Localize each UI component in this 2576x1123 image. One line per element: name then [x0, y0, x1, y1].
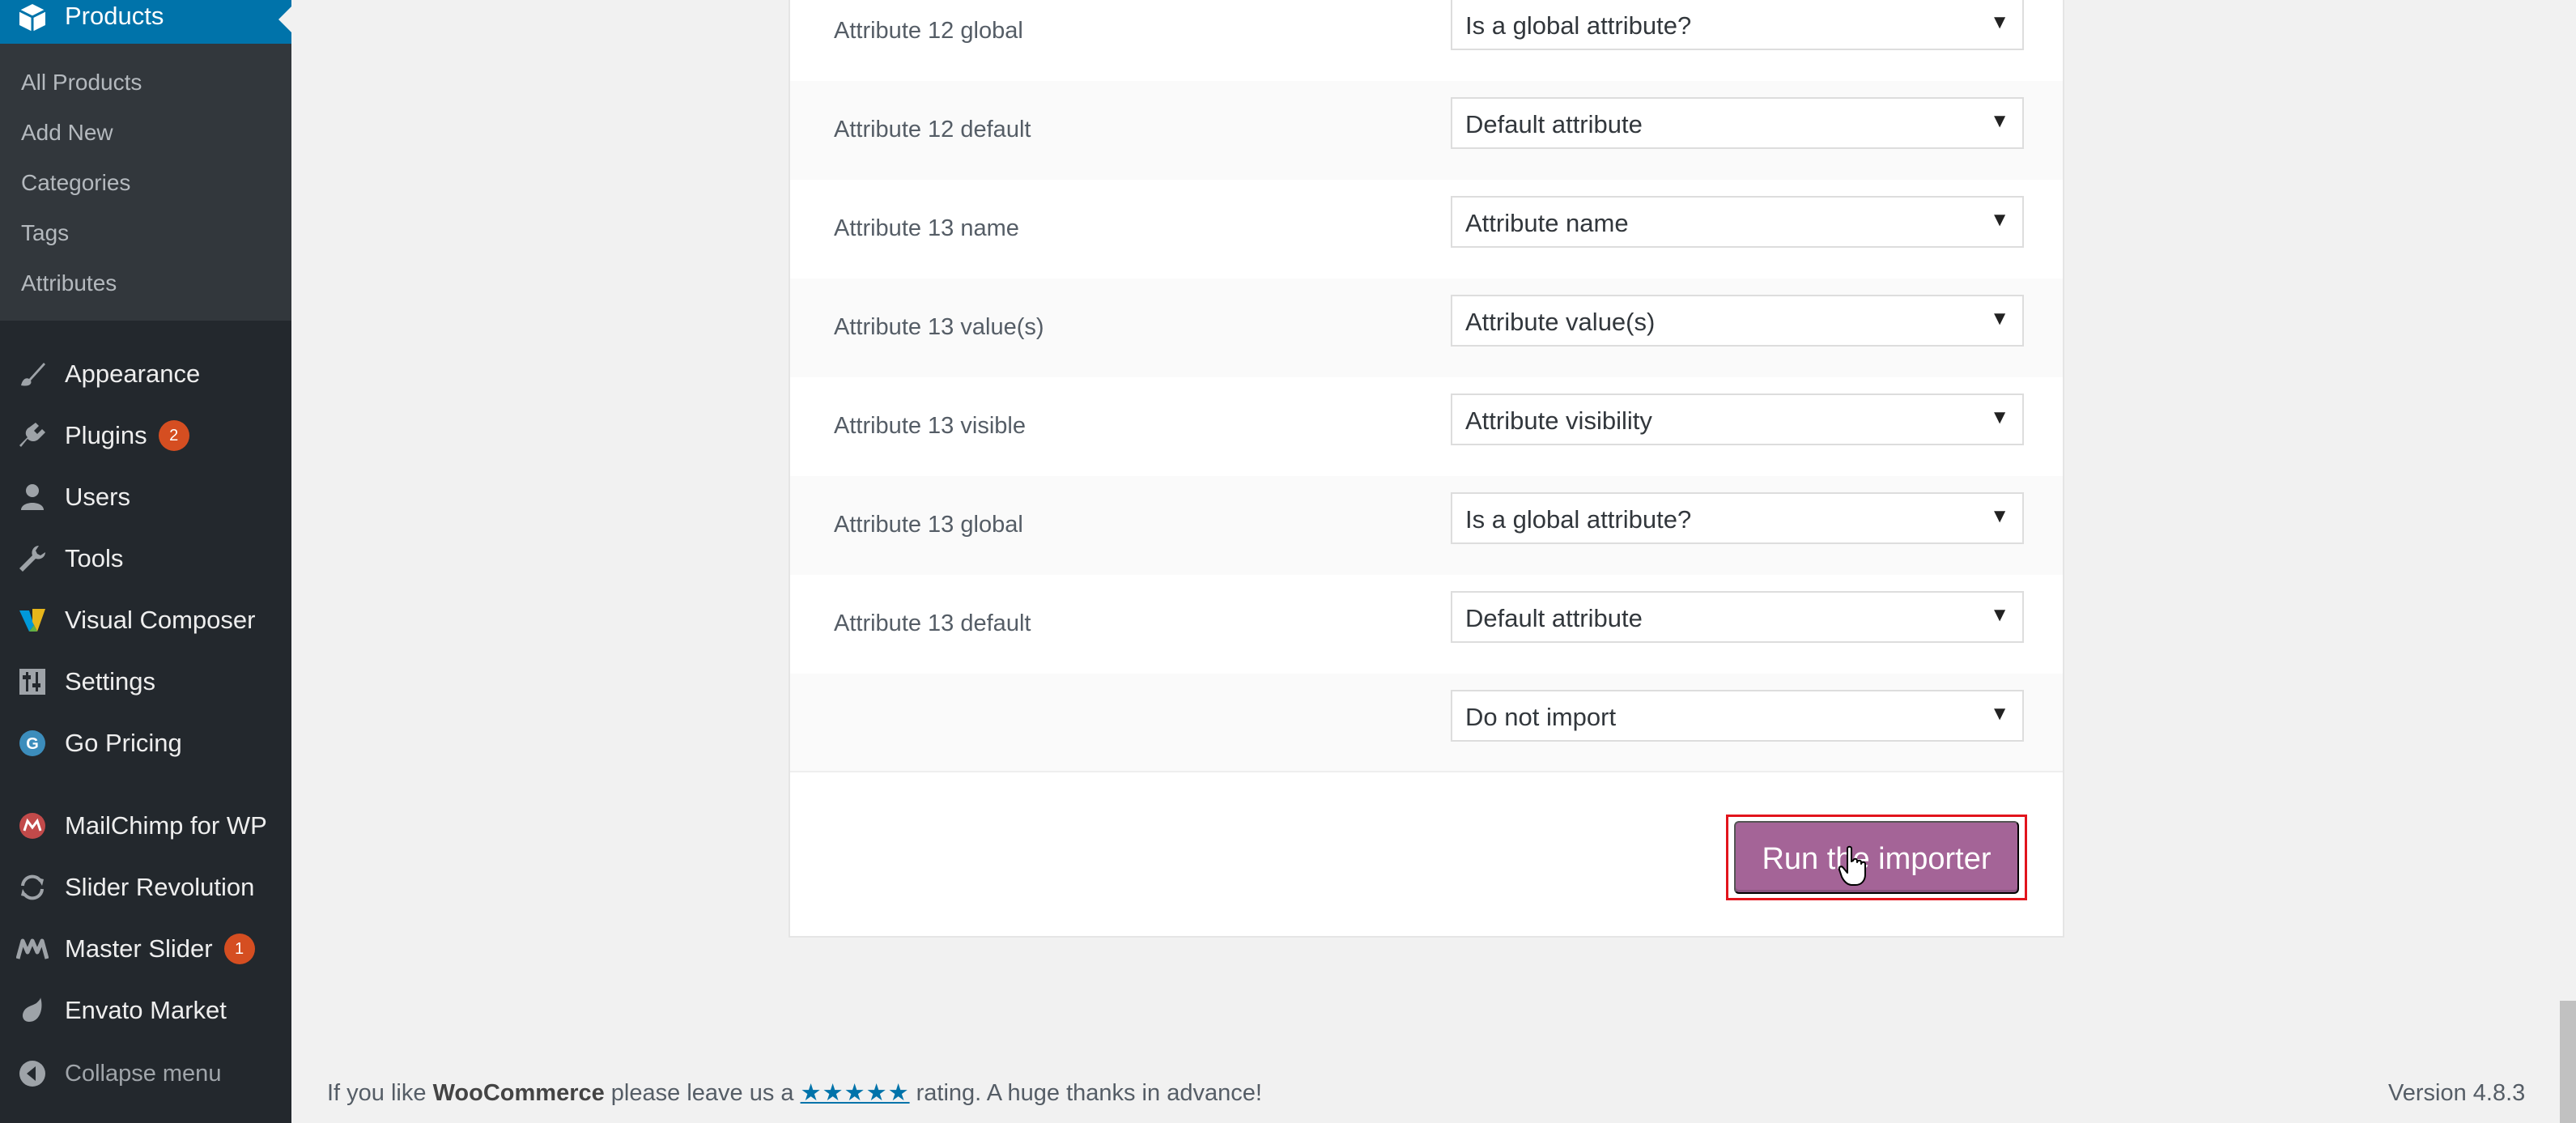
- map-to-field-select[interactable]: Is a global attribute? ▼: [1451, 492, 2024, 544]
- mapping-row: Attribute 12 default Default attribute ▼: [790, 81, 2063, 180]
- mapping-row: Attribute 13 name Attribute name ▼: [790, 180, 2063, 279]
- svg-text:G: G: [26, 735, 39, 753]
- go-pricing-icon: G: [19, 730, 45, 756]
- refresh-icon: [21, 874, 44, 900]
- products-submenu: All Products Add New Categories Tags Att…: [0, 44, 291, 321]
- submenu-item-tags[interactable]: Tags: [21, 217, 69, 249]
- sidebar-item-appearance[interactable]: Appearance: [0, 350, 291, 398]
- sidebar-item-label: Envato Market: [65, 996, 227, 1024]
- column-name-label: Attribute 13 global: [834, 512, 1023, 538]
- master-slider-icon: [16, 938, 49, 959]
- page-scrollbar[interactable]: [2560, 1001, 2576, 1123]
- update-count-badge: 1: [223, 934, 255, 964]
- map-to-field-select[interactable]: Default attribute ▼: [1451, 97, 2024, 149]
- sidebar-item-label: Go Pricing: [65, 729, 182, 757]
- plug-icon: [19, 423, 45, 447]
- sidebar-item-label: Slider Revolution: [65, 873, 255, 901]
- sidebar-item-slider-revolution[interactable]: Slider Revolution: [0, 863, 291, 912]
- column-name-label: Attribute 12 default: [834, 117, 1031, 143]
- dropdown-arrow-icon: ▼: [1990, 703, 2009, 725]
- column-name-label: Attribute 13 name: [834, 215, 1019, 241]
- dropdown-arrow-icon: ▼: [1990, 11, 2009, 33]
- hand-cursor-icon: [1838, 845, 1866, 886]
- sidebar-item-label: Products: [65, 2, 164, 30]
- submenu-item-attributes[interactable]: Attributes: [21, 267, 117, 300]
- importer-actions: Run the importer: [790, 771, 2063, 936]
- visual-composer-icon: [19, 609, 45, 632]
- run-importer-button[interactable]: Run the importer: [1734, 821, 2019, 894]
- rating-stars-link[interactable]: ★★★★★: [801, 1080, 910, 1106]
- sidebar-item-label: Plugins 2: [65, 418, 189, 453]
- submenu-item-categories[interactable]: Categories: [21, 167, 130, 199]
- mapping-row: Do not import ▼: [790, 674, 2063, 772]
- column-mapping-panel: Attribute 12 global Is a global attribut…: [789, 0, 2064, 938]
- submenu-item-add-new[interactable]: Add New: [21, 117, 113, 149]
- map-to-field-select[interactable]: Attribute name ▼: [1451, 196, 2024, 248]
- paintbrush-icon: [21, 363, 45, 386]
- map-to-field-select[interactable]: Attribute visibility ▼: [1451, 393, 2024, 445]
- sidebar-item-products[interactable]: Products: [0, 0, 291, 44]
- column-name-label: Attribute 13 default: [834, 610, 1031, 636]
- sidebar-item-go-pricing[interactable]: G Go Pricing: [0, 719, 291, 768]
- sidebar-item-visual-composer[interactable]: Visual Composer: [0, 596, 291, 644]
- dropdown-arrow-icon: ▼: [1990, 505, 2009, 527]
- sidebar-item-label: Appearance: [65, 359, 201, 388]
- collapse-arrow-icon: [19, 1061, 45, 1087]
- sidebar-item-master-slider[interactable]: Master Slider 1: [0, 925, 291, 973]
- box-icon: [19, 4, 46, 32]
- column-name-label: Attribute 13 value(s): [834, 314, 1044, 340]
- sidebar-item-mailchimp[interactable]: MailChimp for WP: [0, 802, 291, 850]
- leaf-icon: [23, 998, 42, 1022]
- footer-rating-text: If you like WooCommerce please leave us …: [327, 1080, 1262, 1106]
- sidebar-item-envato-market[interactable]: Envato Market: [0, 986, 291, 1035]
- sidebar-item-label: Settings: [65, 667, 156, 695]
- wrench-icon: [19, 546, 45, 572]
- mapping-row: Attribute 13 visible Attribute visibilit…: [790, 377, 2063, 476]
- map-to-field-select[interactable]: Default attribute ▼: [1451, 591, 2024, 643]
- mapping-row: Attribute 13 value(s) Attribute value(s)…: [790, 279, 2063, 377]
- collapse-menu-button[interactable]: Collapse menu: [0, 1049, 291, 1098]
- dropdown-arrow-icon: ▼: [1990, 406, 2009, 428]
- settings-sliders-icon: [19, 669, 45, 695]
- sidebar-item-label: Visual Composer: [65, 606, 256, 634]
- mailchimp-icon: [19, 813, 45, 839]
- dropdown-arrow-icon: ▼: [1990, 110, 2009, 132]
- map-to-field-select[interactable]: Attribute value(s) ▼: [1451, 295, 2024, 347]
- dropdown-arrow-icon: ▼: [1990, 209, 2009, 231]
- update-count-badge: 2: [158, 420, 189, 451]
- mapping-row: Attribute 13 global Is a global attribut…: [790, 476, 2063, 575]
- mapping-row: Attribute 13 default Default attribute ▼: [790, 575, 2063, 674]
- map-to-field-select[interactable]: Do not import ▼: [1451, 690, 2024, 742]
- column-name-label: Attribute 13 visible: [834, 413, 1026, 439]
- user-icon: [21, 484, 44, 510]
- submenu-item-all-products[interactable]: All Products: [21, 66, 142, 99]
- sidebar-item-settings[interactable]: Settings: [0, 657, 291, 706]
- sidebar-item-label: Master Slider 1: [65, 931, 255, 967]
- sidebar-item-label: Collapse menu: [65, 1061, 222, 1087]
- mapping-row: Attribute 12 global Is a global attribut…: [790, 0, 2063, 81]
- sidebar-item-label: MailChimp for WP: [65, 811, 267, 840]
- sidebar-item-tools[interactable]: Tools: [0, 534, 291, 583]
- sidebar-item-users[interactable]: Users: [0, 473, 291, 521]
- map-to-field-select[interactable]: Is a global attribute? ▼: [1451, 0, 2024, 50]
- dropdown-arrow-icon: ▼: [1990, 604, 2009, 626]
- version-text: Version 4.8.3: [2388, 1080, 2526, 1106]
- sidebar-item-label: Tools: [65, 544, 124, 572]
- sidebar-item-plugins[interactable]: Plugins 2: [0, 411, 291, 460]
- column-name-label: Attribute 12 global: [834, 18, 1023, 44]
- admin-sidebar: Products All Products Add New Categories…: [0, 0, 291, 1123]
- brand-name: WooCommerce: [432, 1080, 605, 1106]
- sidebar-item-label: Users: [65, 483, 130, 511]
- dropdown-arrow-icon: ▼: [1990, 308, 2009, 330]
